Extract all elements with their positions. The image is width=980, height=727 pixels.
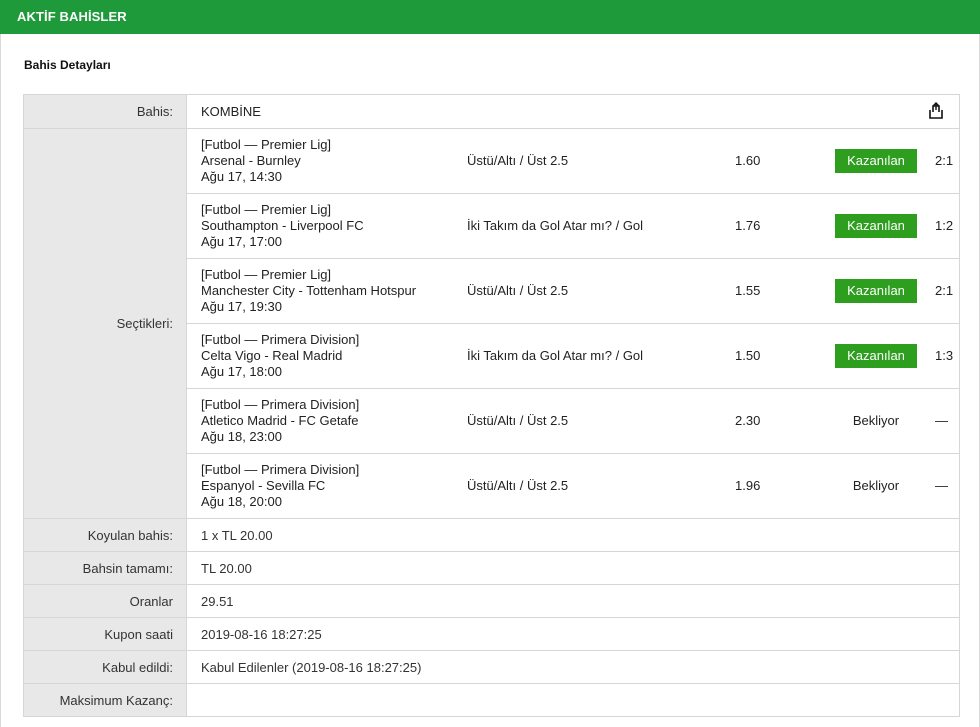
selection-market: Üstü/Altı / Üst 2.5 [467, 153, 569, 168]
selection-market: Üstü/Altı / Üst 2.5 [467, 413, 569, 428]
max-win-label: Maksimum Kazanç: [23, 683, 187, 717]
selection-odds: 1.50 [735, 348, 761, 363]
selection-match: Southampton - Liverpool FC [201, 218, 364, 233]
bet-type-value: KOMBİNE [201, 104, 261, 119]
selection-match: Espanyol - Sevilla FC [201, 478, 326, 493]
accepted-value: Kabul Edilenler (2019-08-16 18:27:25) [186, 650, 960, 684]
total-row: Bahsin tamamı: TL 20.00 [23, 551, 960, 585]
selection-league: [Futbol — Primera Division] [201, 397, 360, 412]
selection-info: [Futbol — Primera Division] Espanyol - Se… [201, 462, 359, 510]
stake-row: Koyulan bahis: 1 x TL 20.00 [23, 518, 960, 552]
total-value: TL 20.00 [186, 551, 960, 585]
max-win-row: Maksimum Kazanç: [23, 683, 960, 717]
selection-league: [Futbol — Premier Lig] [201, 137, 332, 152]
odds-row: Oranlar 29.51 [23, 584, 960, 618]
selection-date: Ağu 17, 14:30 [201, 169, 282, 184]
stake-value: 1 x TL 20.00 [186, 518, 960, 552]
selection-row: [Futbol — Primera Division] Atletico Madr… [187, 389, 959, 454]
content-frame: Bahis Detayları Bahis: KOMBİNE Seçtikler… [0, 34, 980, 727]
selection-row: [Futbol — Primera Division] Espanyol - Se… [187, 454, 959, 518]
status-badge: Kazanılan [835, 149, 917, 173]
selection-odds: 2.30 [735, 413, 761, 428]
selection-match: Celta Vigo - Real Madrid [201, 348, 343, 363]
selection-market: Üstü/Altı / Üst 2.5 [467, 478, 569, 493]
selection-match: Atletico Madrid - FC Getafe [201, 413, 359, 428]
selection-date: Ağu 17, 17:00 [201, 234, 282, 249]
selection-row: [Futbol — Premier Lig] Arsenal - Burnley A… [187, 129, 959, 194]
status-badge: Kazanılan [835, 279, 917, 303]
selection-info: [Futbol — Premier Lig] Arsenal - Burnley A… [201, 137, 331, 185]
bet-type-label: Bahis: [23, 94, 187, 129]
selection-info: [Futbol — Premier Lig] Manchester City - … [201, 267, 416, 315]
coupon-time-row: Kupon saati 2019-08-16 18:27:25 [23, 617, 960, 651]
selection-market: İki Takım da Gol Atar mı? / Gol [467, 218, 644, 233]
selection-info: [Futbol — Primera Division] Atletico Madr… [201, 397, 359, 445]
selection-row: [Futbol — Premier Lig] Southampton - Live… [187, 194, 959, 259]
selection-score: — [935, 413, 948, 428]
selection-info: [Futbol — Primera Division] Celta Vigo - … [201, 332, 359, 380]
bet-type-row: Bahis: KOMBİNE [23, 94, 960, 129]
selection-date: Ağu 18, 23:00 [201, 429, 282, 444]
selection-league: [Futbol — Primera Division] [201, 332, 360, 347]
selection-score: 2:1 [935, 283, 954, 298]
selection-score: 1:3 [935, 348, 954, 363]
selection-league: [Futbol — Premier Lig] [201, 267, 332, 282]
bet-details-table: Bahis: KOMBİNE Seçtikleri: [Futbol — Pre… [23, 94, 960, 717]
status-text: Bekliyor [852, 478, 900, 493]
selection-odds: 1.76 [735, 218, 761, 233]
stake-label: Koyulan bahis: [23, 518, 187, 552]
coupon-time-label: Kupon saati [23, 617, 187, 651]
selection-league: [Futbol — Premier Lig] [201, 202, 332, 217]
selection-score: — [935, 478, 948, 493]
share-icon[interactable] [927, 102, 945, 120]
selection-odds: 1.60 [735, 153, 761, 168]
selection-date: Ağu 17, 18:00 [201, 364, 282, 379]
page-title: AKTİF BAHİSLER [17, 9, 127, 24]
accepted-label: Kabul edildi: [23, 650, 187, 684]
odds-label: Oranlar [23, 584, 187, 618]
selection-odds: 1.96 [735, 478, 761, 493]
status-badge: Kazanılan [835, 344, 917, 368]
selection-date: Ağu 17, 19:30 [201, 299, 282, 314]
selections-row: Seçtikleri: [Futbol — Premier Lig] Arsena… [23, 128, 960, 519]
selection-row: [Futbol — Primera Division] Celta Vigo - … [187, 324, 959, 389]
odds-value: 29.51 [186, 584, 960, 618]
selections-list: [Futbol — Premier Lig] Arsenal - Burnley A… [186, 128, 960, 519]
status-text: Bekliyor [852, 413, 900, 428]
selection-league: [Futbol — Primera Division] [201, 462, 360, 477]
section-title: Bahis Detayları [24, 58, 111, 72]
selection-match: Manchester City - Tottenham Hotspur [201, 283, 417, 298]
selection-score: 1:2 [935, 218, 954, 233]
total-label: Bahsin tamamı: [23, 551, 187, 585]
selection-row: [Futbol — Premier Lig] Manchester City - … [187, 259, 959, 324]
status-badge: Kazanılan [835, 214, 917, 238]
selection-info: [Futbol — Premier Lig] Southampton - Live… [201, 202, 364, 250]
coupon-time-value: 2019-08-16 18:27:25 [186, 617, 960, 651]
selection-market: İki Takım da Gol Atar mı? / Gol [467, 348, 644, 363]
max-win-value [186, 683, 960, 717]
selection-market: Üstü/Altı / Üst 2.5 [467, 283, 569, 298]
selections-label: Seçtikleri: [23, 128, 187, 519]
selection-date: Ağu 18, 20:00 [201, 494, 282, 509]
accepted-row: Kabul edildi: Kabul Edilenler (2019-08-1… [23, 650, 960, 684]
selection-match: Arsenal - Burnley [201, 153, 301, 168]
page-header: AKTİF BAHİSLER [0, 0, 980, 34]
selection-score: 2:1 [935, 153, 954, 168]
selection-odds: 1.55 [735, 283, 761, 298]
